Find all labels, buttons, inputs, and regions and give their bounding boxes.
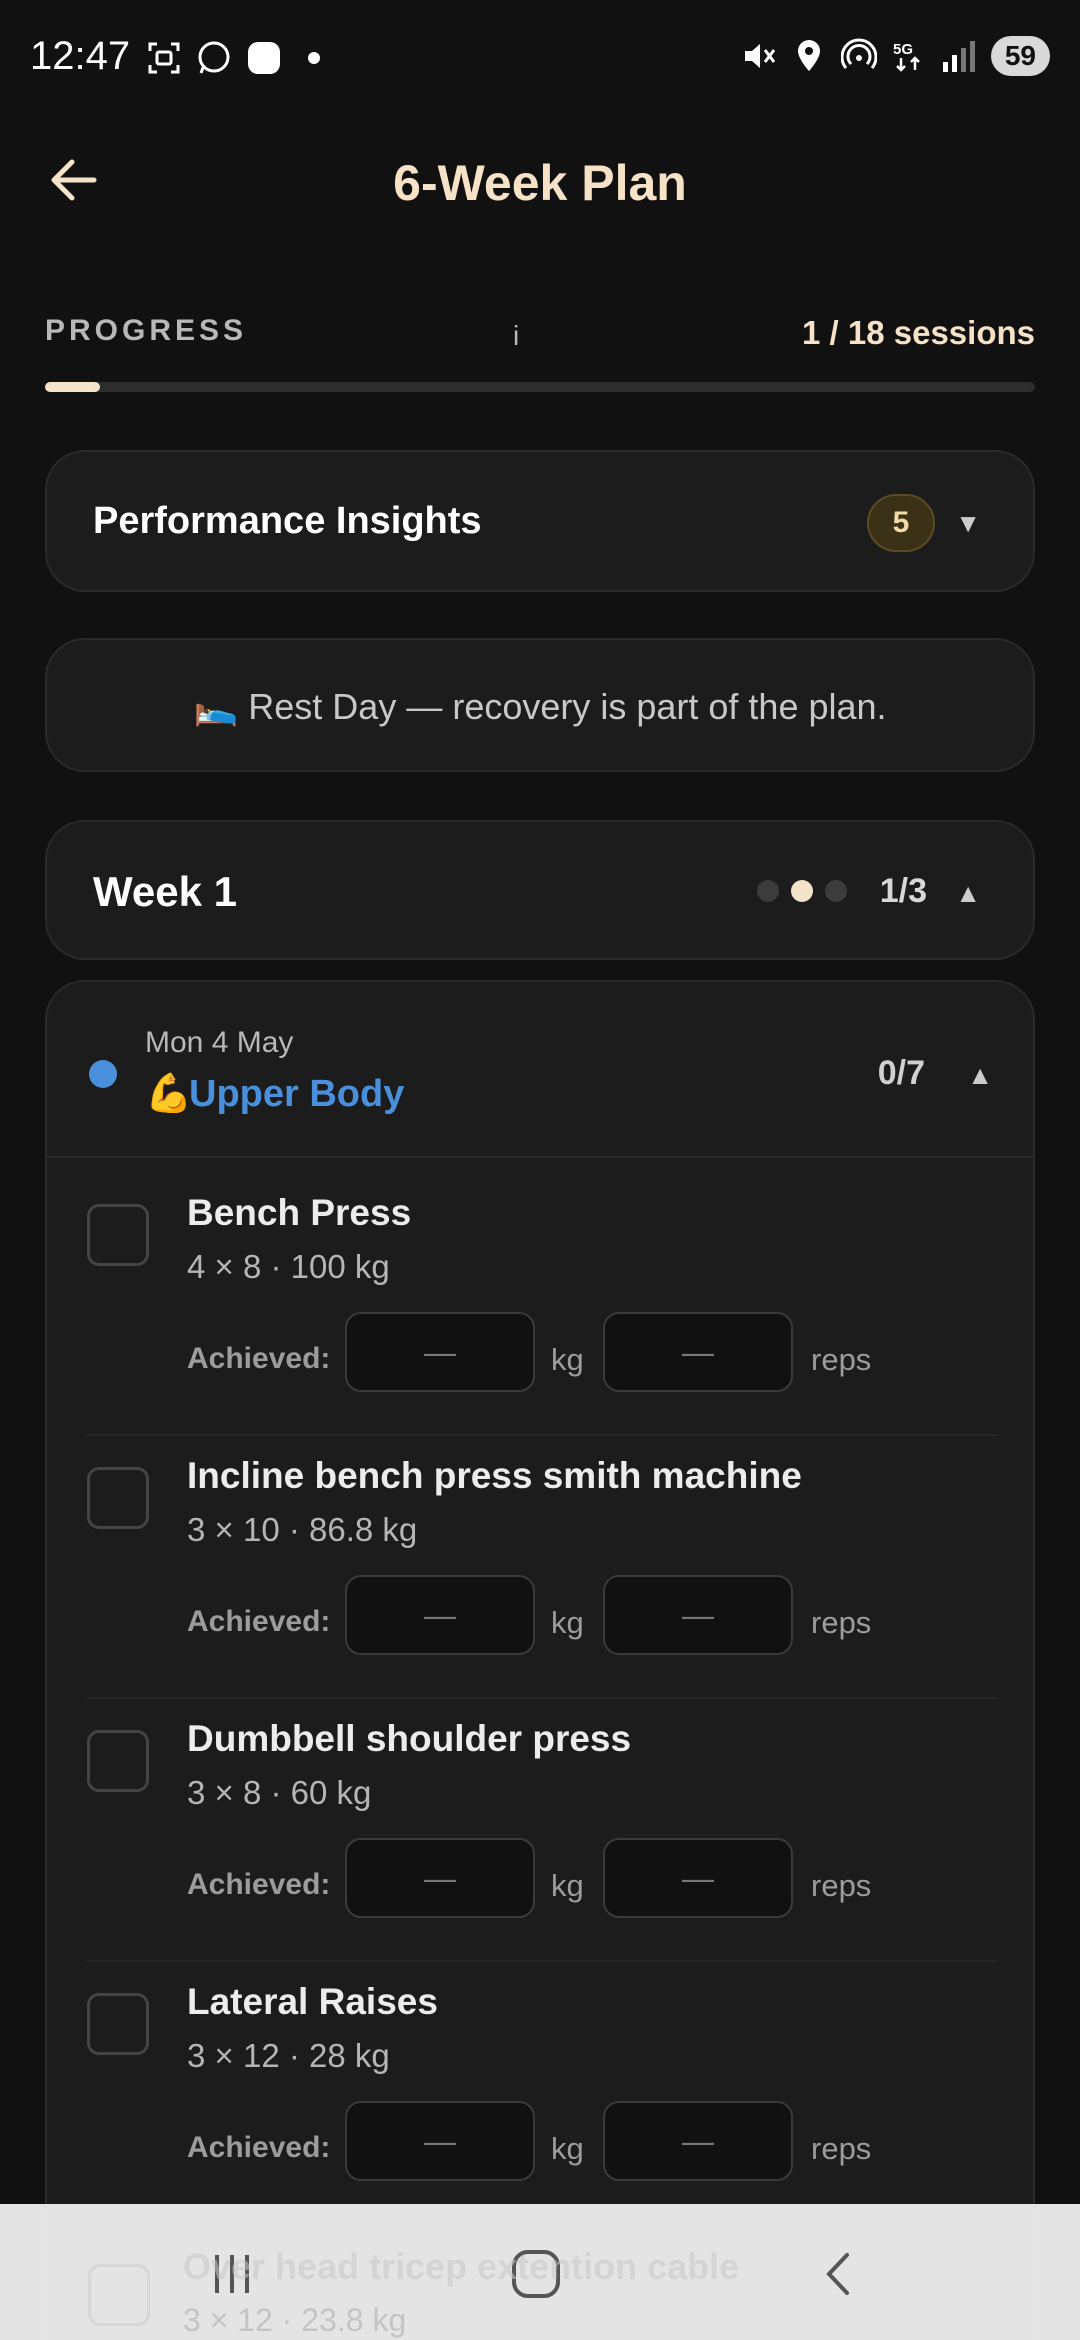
day-status-dot bbox=[89, 1060, 117, 1088]
exercise-item: Lateral Raises 3 × 12 · 28 kg Achieved: … bbox=[87, 1961, 997, 2225]
exercise-name: Incline bench press smith machine bbox=[187, 1455, 802, 1496]
achieved-weight-input[interactable]: — bbox=[345, 1312, 535, 1392]
achieved-reps-input[interactable]: — bbox=[603, 1838, 793, 1918]
rest-day-text: 🛌 Rest Day — recovery is part of the pla… bbox=[47, 686, 1033, 728]
flexed-biceps-icon: 💪 bbox=[145, 1073, 193, 1115]
exercise-name: Lateral Raises bbox=[187, 1981, 438, 2022]
wear-icon bbox=[246, 40, 282, 76]
app-header: 6-Week Plan bbox=[0, 120, 1080, 250]
mute-icon bbox=[741, 38, 777, 74]
chevron-up-icon[interactable]: ▲ bbox=[967, 1060, 993, 1091]
svg-text:5G: 5G bbox=[893, 41, 913, 58]
exercise-name: Bench Press bbox=[187, 1192, 412, 1233]
achieved-label: Achieved: bbox=[187, 1342, 331, 1375]
info-icon[interactable]: i bbox=[513, 320, 519, 352]
status-left-icons bbox=[146, 40, 332, 76]
battery-indicator: 59 bbox=[990, 36, 1050, 76]
exercise-detail: 4 × 8 · 100 kg bbox=[187, 1248, 390, 1285]
achieved-label: Achieved: bbox=[187, 1868, 331, 1901]
pager-dot[interactable] bbox=[825, 880, 847, 902]
unit-kg: kg bbox=[551, 1342, 584, 1377]
exercise-checkbox bbox=[88, 2264, 150, 2326]
day-date: Mon 4 May bbox=[145, 1026, 294, 1059]
achieved-weight-input[interactable]: — bbox=[345, 1838, 535, 1918]
progress-bar-fill bbox=[45, 382, 101, 392]
location-icon bbox=[791, 38, 827, 74]
exercise-checkbox[interactable] bbox=[87, 1993, 149, 2055]
screenshot-icon bbox=[146, 40, 182, 76]
pager-dot[interactable] bbox=[757, 880, 779, 902]
week-pager-dots bbox=[757, 880, 847, 902]
exercise-checkbox[interactable] bbox=[87, 1730, 149, 1792]
exercise-detail: 3 × 8 · 60 kg bbox=[187, 1774, 372, 1811]
achieved-reps-input[interactable]: — bbox=[603, 1575, 793, 1655]
chevron-up-icon[interactable]: ▲ bbox=[955, 878, 981, 909]
exercise-name: Dumbbell shoulder press bbox=[187, 1718, 632, 1759]
bed-icon: 🛌 bbox=[193, 686, 239, 727]
status-right-icons: 5G 59 bbox=[741, 36, 1050, 76]
dot-icon bbox=[296, 40, 332, 76]
week-title: Week 1 bbox=[93, 868, 237, 915]
achieved-reps-input[interactable]: — bbox=[603, 2101, 793, 2181]
status-time: 12:47 bbox=[30, 34, 131, 78]
rest-day-message: Rest Day — recovery is part of the plan. bbox=[248, 686, 887, 727]
progress-section: PROGRESS i 1 / 18 sessions bbox=[45, 310, 1035, 360]
day-completed-count: 0/7 bbox=[877, 1054, 925, 1092]
unit-reps: reps bbox=[811, 1342, 872, 1377]
day-workout-name: 💪Upper Body bbox=[145, 1072, 404, 1116]
unit-kg: kg bbox=[551, 1868, 584, 1903]
unit-reps: reps bbox=[811, 1605, 872, 1640]
unit-kg: kg bbox=[551, 2131, 584, 2166]
week-count: 1/3 bbox=[879, 872, 927, 910]
achieved-label: Achieved: bbox=[187, 1605, 331, 1638]
performance-insights-card[interactable]: Performance Insights 5 ▼ bbox=[45, 450, 1035, 592]
achieved-weight-input[interactable]: — bbox=[345, 2101, 535, 2181]
day-workout-label: Upper Body bbox=[189, 1073, 405, 1115]
5g-icon: 5G bbox=[891, 38, 927, 74]
exercise-detail: 3 × 12 · 23.8 kg bbox=[183, 2302, 407, 2338]
exercise-item: Bench Press 4 × 8 · 100 kg Achieved: — k… bbox=[87, 1172, 997, 1436]
unit-reps: reps bbox=[811, 1868, 872, 1903]
achieved-label: Achieved: bbox=[187, 2131, 331, 2164]
status-bar: 12:47 5G 59 bbox=[0, 0, 1080, 120]
insights-count-badge: 5 bbox=[867, 494, 935, 552]
week-card[interactable]: Week 1 1/3 ▲ bbox=[45, 820, 1035, 960]
exercise-item: Incline bench press smith machine 3 × 10… bbox=[87, 1435, 997, 1699]
sessions-count: 1 / 18 sessions bbox=[802, 314, 1035, 351]
back-nav-icon[interactable] bbox=[800, 2234, 880, 2314]
signal-icon bbox=[941, 38, 977, 74]
achieved-reps-input[interactable]: — bbox=[603, 1312, 793, 1392]
page-title: 6-Week Plan bbox=[393, 155, 687, 211]
whatsapp-icon bbox=[196, 40, 232, 76]
hotspot-icon bbox=[840, 38, 877, 74]
exercise-item: Dumbbell shoulder press 3 × 8 · 60 kg Ac… bbox=[87, 1698, 997, 1962]
exercise-detail: 3 × 12 · 28 kg bbox=[187, 2037, 390, 2074]
insights-title: Performance Insights bbox=[93, 500, 482, 542]
pager-dot-active[interactable] bbox=[791, 880, 813, 902]
rest-day-banner: 🛌 Rest Day — recovery is part of the pla… bbox=[45, 638, 1035, 772]
unit-kg: kg bbox=[551, 1605, 584, 1640]
chevron-down-icon[interactable]: ▼ bbox=[955, 508, 981, 539]
achieved-weight-input[interactable]: — bbox=[345, 1575, 535, 1655]
progress-label: PROGRESS bbox=[45, 314, 248, 347]
exercise-name: Over head tricep extention cable bbox=[183, 2246, 740, 2287]
exercise-checkbox[interactable] bbox=[87, 1204, 149, 1266]
unit-reps: reps bbox=[811, 2131, 872, 2166]
day-card: Mon 4 May 💪Upper Body 0/7 ▲ Bench Press … bbox=[45, 980, 1035, 2340]
day-header[interactable]: Mon 4 May 💪Upper Body 0/7 ▲ bbox=[47, 982, 1033, 1158]
progress-bar bbox=[45, 382, 1035, 392]
exercise-checkbox[interactable] bbox=[87, 1467, 149, 1529]
exercise-detail: 3 × 10 · 86.8 kg bbox=[187, 1511, 418, 1548]
